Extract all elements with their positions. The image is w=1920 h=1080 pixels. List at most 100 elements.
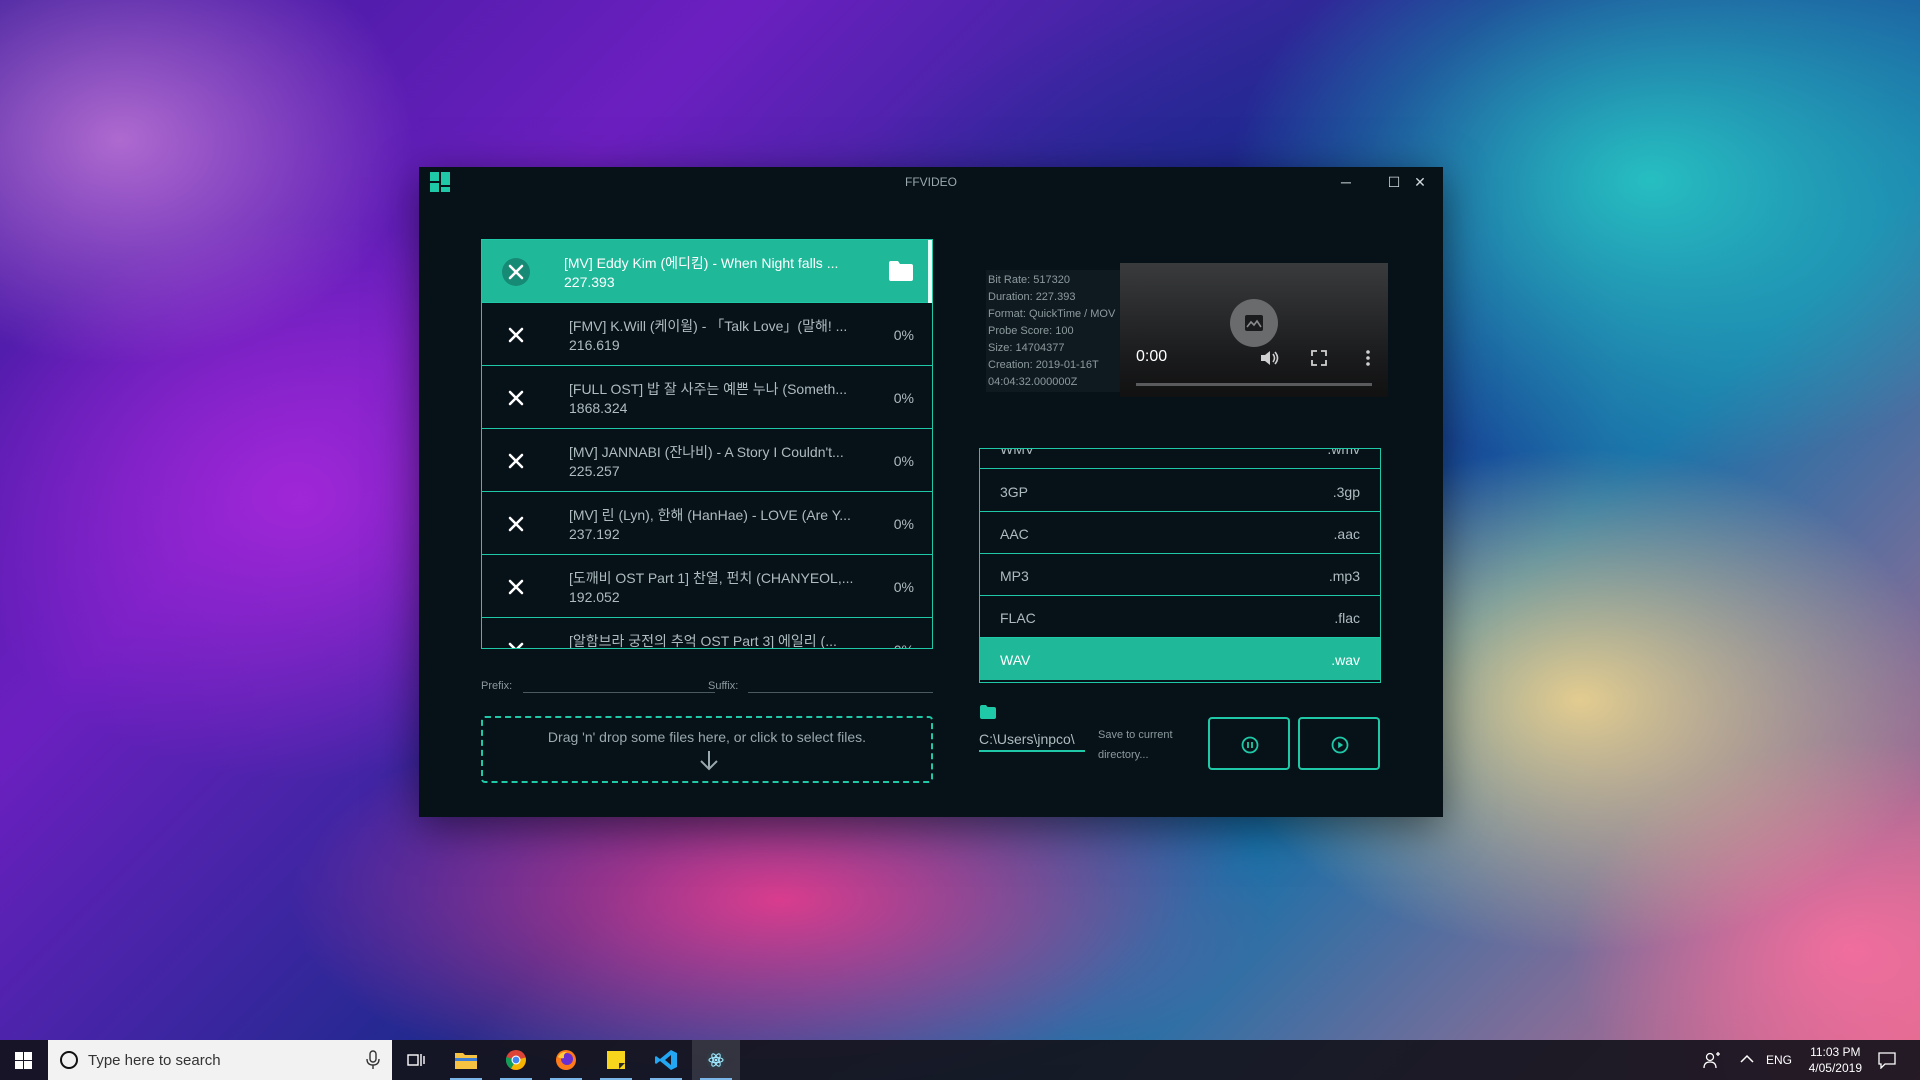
close-button[interactable]: ✕ bbox=[1397, 167, 1443, 197]
queue-item[interactable]: [도깨비 OST Part 1] 찬열, 펀치 (CHANYEOL,... 19… bbox=[482, 555, 932, 618]
folder-icon[interactable] bbox=[980, 705, 996, 719]
queue-item-duration: 216.619 bbox=[569, 337, 620, 353]
window-title: FFVIDEO bbox=[904, 175, 957, 189]
queue-item[interactable]: [FMV] K.Will (케이윌) - 「Talk Love」(말해! ...… bbox=[482, 303, 932, 366]
remove-file-button[interactable] bbox=[502, 321, 530, 349]
queue-item-progress: 0% bbox=[893, 453, 914, 469]
player-time: 0:00 bbox=[1136, 348, 1168, 365]
format-item-wmv[interactable]: WMV .wmv bbox=[980, 448, 1380, 469]
queue-item-duration: 227.393 bbox=[564, 274, 615, 290]
queue-item-progress: 0% bbox=[893, 327, 914, 343]
close-icon bbox=[508, 642, 524, 648]
people-icon[interactable] bbox=[1703, 1051, 1721, 1069]
queue-item[interactable]: [MV] Eddy Kim (에디킴) - When Night falls .… bbox=[482, 240, 932, 303]
remove-file-button[interactable] bbox=[502, 573, 530, 601]
format-ext: .wav bbox=[1331, 652, 1360, 668]
clock-date: 4/05/2019 bbox=[1808, 1061, 1862, 1075]
format-name: 3GP bbox=[1000, 484, 1029, 500]
queue-item-duration: 192.052 bbox=[569, 589, 620, 605]
minimize-button[interactable]: ─ bbox=[1323, 167, 1369, 197]
scrollbar-thumb[interactable] bbox=[928, 240, 932, 303]
format-ext: .flac bbox=[1334, 610, 1360, 626]
cortana-icon bbox=[60, 1051, 78, 1069]
format-name: WMV bbox=[1000, 448, 1035, 457]
prefix-input[interactable] bbox=[523, 671, 715, 693]
suffix-label: Suffix: bbox=[708, 680, 739, 692]
clock-time: 11:03 PM bbox=[1810, 1045, 1861, 1059]
queue-item[interactable]: [FULL OST] 밥 잘 사주는 예쁜 누나 (Someth... 1868… bbox=[482, 366, 932, 429]
remove-file-button[interactable] bbox=[502, 258, 530, 286]
format-ext: .wmv bbox=[1327, 448, 1360, 457]
firefox-button[interactable] bbox=[542, 1040, 590, 1080]
microphone-icon[interactable] bbox=[366, 1050, 380, 1070]
remove-file-button[interactable] bbox=[502, 447, 530, 475]
folder-icon[interactable] bbox=[888, 260, 914, 287]
video-player[interactable]: 0:00 bbox=[1120, 263, 1388, 397]
queue-item-name: [도깨비 OST Part 1] 찬열, 펀치 (CHANYEOL,... bbox=[569, 570, 854, 586]
windows-logo-icon bbox=[15, 1052, 32, 1069]
format-item-aac[interactable]: AAC .aac bbox=[980, 512, 1380, 554]
file-queue-list[interactable]: [MV] Eddy Kim (에디킴) - When Night falls .… bbox=[481, 239, 933, 649]
sticky-notes-icon bbox=[607, 1051, 625, 1069]
format-name: FLAC bbox=[1000, 610, 1036, 626]
chrome-button[interactable] bbox=[492, 1040, 540, 1080]
pause-button[interactable] bbox=[1208, 717, 1290, 770]
language-indicator[interactable]: ENG bbox=[1766, 1053, 1792, 1069]
format-list[interactable]: WMV .wmv 3GP .3gp AAC .aac MP3 .mp3 FLAC… bbox=[979, 448, 1381, 683]
remove-file-button[interactable] bbox=[502, 384, 530, 412]
meta-creation: Creation: 2019-01-16T04:04:32.000000Z bbox=[988, 359, 1099, 388]
queue-item-progress: 0% bbox=[894, 642, 914, 648]
queue-item[interactable]: [알함브라 궁전의 추억 OST Part 3] 에일리 (... 0% bbox=[482, 618, 932, 648]
meta-format: Format: QuickTime / MOV bbox=[988, 308, 1116, 320]
taskbar-search[interactable]: Type here to search bbox=[48, 1040, 392, 1080]
start-button[interactable] bbox=[0, 1040, 48, 1080]
prefix-label: Prefix: bbox=[481, 680, 513, 692]
queue-item-name: [FULL OST] 밥 잘 사주는 예쁜 누나 (Someth... bbox=[569, 381, 847, 397]
queue-item-progress: 0% bbox=[893, 579, 914, 595]
title-bar[interactable]: FFVIDEO ─ ☐ ✕ bbox=[419, 167, 1443, 197]
action-center-icon[interactable] bbox=[1878, 1051, 1896, 1069]
queue-item-duration: 1868.324 bbox=[569, 400, 628, 416]
pause-icon bbox=[1241, 736, 1259, 754]
queue-item-duration: 237.192 bbox=[569, 526, 620, 542]
queue-item[interactable]: [MV] 린 (Lyn), 한해 (HanHae) - LOVE (Are Y.… bbox=[482, 492, 932, 555]
queue-item-name: [MV] JANNABI (잔나비) - A Story I Couldn't.… bbox=[569, 444, 844, 460]
sticky-notes-button[interactable] bbox=[592, 1040, 640, 1080]
output-directory-input[interactable] bbox=[979, 728, 1085, 752]
meta-probe-score: Probe Score: 100 bbox=[988, 325, 1074, 337]
format-item-mp3[interactable]: MP3 .mp3 bbox=[980, 554, 1380, 596]
remove-file-button[interactable] bbox=[502, 636, 530, 648]
task-view-button[interactable] bbox=[392, 1040, 440, 1080]
electron-app-icon bbox=[706, 1050, 726, 1070]
format-item-3gp[interactable]: 3GP .3gp bbox=[980, 470, 1380, 512]
remove-file-button[interactable] bbox=[502, 510, 530, 538]
format-item-wav[interactable]: WAV .wav bbox=[980, 638, 1380, 680]
suffix-input[interactable] bbox=[748, 671, 933, 693]
vscode-button[interactable] bbox=[642, 1040, 690, 1080]
chevron-up-icon[interactable] bbox=[1740, 1054, 1754, 1064]
file-dropzone[interactable]: Drag 'n' drop some files here, or click … bbox=[481, 716, 933, 783]
close-icon bbox=[508, 327, 524, 343]
format-item-flac[interactable]: FLAC .flac bbox=[980, 596, 1380, 638]
chrome-icon bbox=[505, 1050, 526, 1070]
app-window: FFVIDEO ─ ☐ ✕ [MV] Eddy Kim (에디킴) - When… bbox=[419, 167, 1443, 817]
close-icon bbox=[508, 264, 524, 280]
start-button[interactable] bbox=[1298, 717, 1380, 770]
queue-item[interactable]: [MV] JANNABI (잔나비) - A Story I Couldn't.… bbox=[482, 429, 932, 492]
vscode-icon bbox=[655, 1050, 677, 1070]
volume-icon[interactable] bbox=[1258, 347, 1280, 369]
search-placeholder: Type here to search bbox=[88, 1052, 221, 1069]
format-ext: .3gp bbox=[1332, 484, 1360, 500]
taskbar-clock[interactable]: 11:03 PM 4/05/2019 bbox=[1809, 1044, 1862, 1076]
fullscreen-icon[interactable] bbox=[1308, 347, 1330, 369]
close-icon bbox=[508, 453, 524, 469]
file-metadata-panel: Bit Rate: 517320 Duration: 227.393 Forma… bbox=[986, 270, 1130, 392]
firefox-icon bbox=[556, 1050, 576, 1070]
queue-item-name: [FMV] K.Will (케이윌) - 「Talk Love」(말해! ... bbox=[569, 318, 848, 334]
file-explorer-button[interactable] bbox=[442, 1040, 490, 1080]
more-options-icon[interactable] bbox=[1357, 347, 1379, 369]
format-name: MP3 bbox=[1000, 568, 1029, 584]
ffvideo-taskbar-button[interactable] bbox=[692, 1040, 740, 1080]
player-progress-bar[interactable] bbox=[1136, 383, 1372, 386]
taskbar: Type here to search ENG 11:03 PM 4/05/20… bbox=[0, 1040, 1920, 1080]
